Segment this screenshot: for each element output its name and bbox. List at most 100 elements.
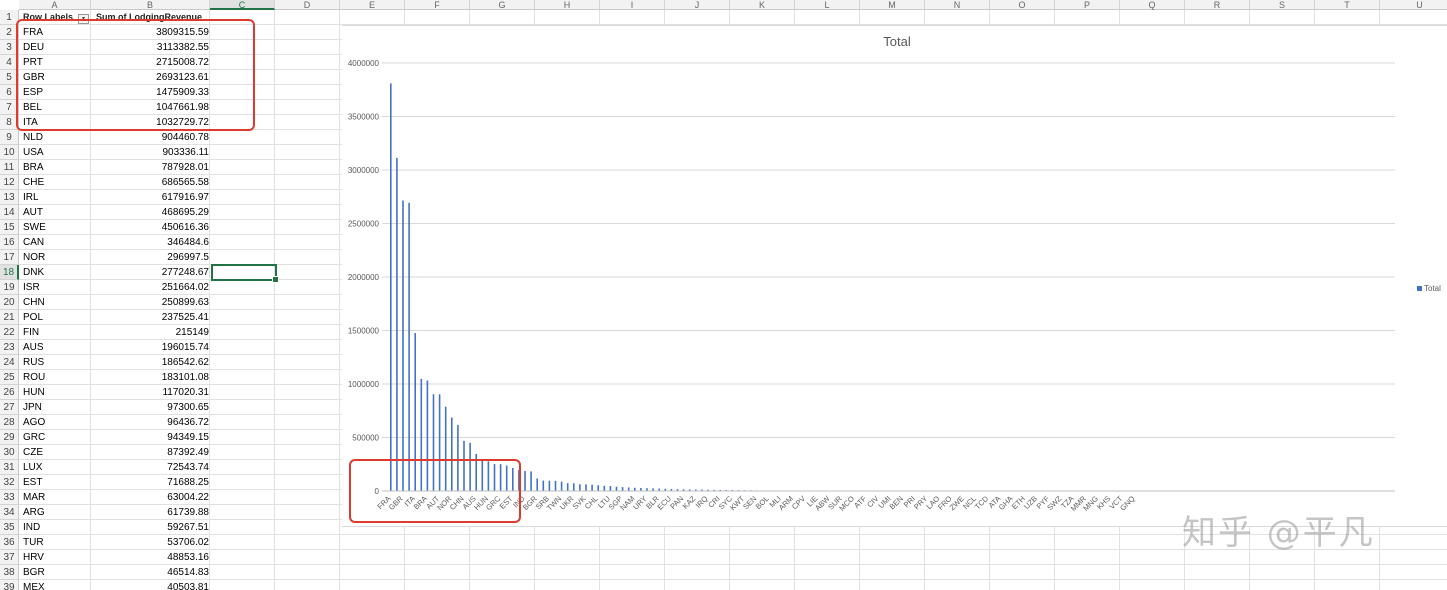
revenue-value-cell[interactable]: 250899.63 — [92, 295, 209, 310]
row-label-cell[interactable]: USA — [23, 145, 44, 160]
revenue-value-cell[interactable]: 346484.6 — [92, 235, 209, 250]
row-label-cell[interactable]: AUS — [23, 340, 44, 355]
row-header[interactable]: 19 — [0, 280, 19, 295]
revenue-value-cell[interactable]: 61739.88 — [92, 505, 209, 520]
revenue-value-cell[interactable]: 450616.36 — [92, 220, 209, 235]
revenue-value-cell[interactable]: 617916.97 — [92, 190, 209, 205]
row-label-cell[interactable]: CZE — [23, 445, 43, 460]
row-header[interactable]: 18 — [0, 265, 19, 280]
row-label-cell[interactable]: HRV — [23, 550, 44, 565]
column-header-g[interactable]: G — [470, 0, 535, 10]
column-header-o[interactable]: O — [990, 0, 1055, 10]
row-header[interactable]: 29 — [0, 430, 19, 445]
revenue-value-cell[interactable]: 468695.29 — [92, 205, 209, 220]
column-header-l[interactable]: L — [795, 0, 860, 10]
row-header[interactable]: 22 — [0, 325, 19, 340]
row-label-cell[interactable]: AUT — [23, 205, 43, 220]
column-header-f[interactable]: F — [405, 0, 470, 10]
column-header-t[interactable]: T — [1315, 0, 1380, 10]
revenue-value-cell[interactable]: 94349.15 — [92, 430, 209, 445]
column-header-n[interactable]: N — [925, 0, 990, 10]
revenue-value-cell[interactable]: 117020.31 — [92, 385, 209, 400]
revenue-value-cell[interactable]: 215149 — [92, 325, 209, 340]
row-header[interactable]: 21 — [0, 310, 19, 325]
revenue-value-cell[interactable]: 40503.81 — [92, 580, 209, 590]
row-label-cell[interactable]: LUX — [23, 460, 42, 475]
row-header[interactable]: 24 — [0, 355, 19, 370]
row-label-cell[interactable]: CHE — [23, 175, 44, 190]
row-label-cell[interactable]: POL — [23, 310, 43, 325]
row-header[interactable]: 26 — [0, 385, 19, 400]
revenue-value-cell[interactable]: 53706.02 — [92, 535, 209, 550]
column-header-e[interactable]: E — [340, 0, 405, 10]
row-header[interactable]: 15 — [0, 220, 19, 235]
row-header[interactable]: 39 — [0, 580, 19, 590]
column-header-m[interactable]: M — [860, 0, 925, 10]
revenue-value-cell[interactable]: 183101.08 — [92, 370, 209, 385]
row-header[interactable]: 37 — [0, 550, 19, 565]
row-header[interactable]: 9 — [0, 130, 19, 145]
row-header[interactable]: 30 — [0, 445, 19, 460]
row-header[interactable]: 16 — [0, 235, 19, 250]
revenue-value-cell[interactable]: 96436.72 — [92, 415, 209, 430]
revenue-value-cell[interactable]: 904460.78 — [92, 130, 209, 145]
column-header-b[interactable]: B — [91, 0, 210, 10]
pivot-chart[interactable]: Total 0 500000 1000000 1500000 2000000 2500000… — [342, 25, 1447, 527]
column-header-s[interactable]: S — [1250, 0, 1315, 10]
column-header-q[interactable]: Q — [1120, 0, 1185, 10]
row-header[interactable]: 17 — [0, 250, 19, 265]
row-label-cell[interactable]: JPN — [23, 400, 42, 415]
row-header[interactable]: 10 — [0, 145, 19, 160]
row-label-cell[interactable]: IRL — [23, 190, 39, 205]
column-header-a[interactable]: A — [19, 0, 91, 10]
row-label-cell[interactable]: DNK — [23, 265, 44, 280]
row-header[interactable]: 34 — [0, 505, 19, 520]
revenue-value-cell[interactable]: 903336.11 — [92, 145, 209, 160]
revenue-value-cell[interactable]: 186542.62 — [92, 355, 209, 370]
revenue-value-cell[interactable]: 97300.65 — [92, 400, 209, 415]
row-label-cell[interactable]: HUN — [23, 385, 45, 400]
row-label-cell[interactable]: MEX — [23, 580, 45, 590]
row-label-cell[interactable]: CAN — [23, 235, 44, 250]
row-label-cell[interactable]: AGO — [23, 415, 45, 430]
row-header[interactable]: 27 — [0, 400, 19, 415]
column-header-u[interactable]: U — [1380, 0, 1447, 10]
revenue-value-cell[interactable]: 48853.16 — [92, 550, 209, 565]
column-header-d[interactable]: D — [275, 0, 340, 10]
row-header[interactable]: 23 — [0, 340, 19, 355]
revenue-value-cell[interactable]: 63004.22 — [92, 490, 209, 505]
revenue-value-cell[interactable]: 71688.25 — [92, 475, 209, 490]
active-cell-c18[interactable] — [211, 264, 279, 283]
row-header[interactable]: 33 — [0, 490, 19, 505]
row-label-cell[interactable]: GRC — [23, 430, 45, 445]
row-label-cell[interactable]: SWE — [23, 220, 46, 235]
revenue-value-cell[interactable]: 237525.41 — [92, 310, 209, 325]
row-label-cell[interactable]: ROU — [23, 370, 45, 385]
row-label-cell[interactable]: BGR — [23, 565, 45, 580]
row-header[interactable]: 14 — [0, 205, 19, 220]
row-header[interactable]: 20 — [0, 295, 19, 310]
row-header[interactable]: 31 — [0, 460, 19, 475]
row-label-cell[interactable]: NLD — [23, 130, 43, 145]
fill-handle[interactable] — [272, 276, 279, 283]
row-header[interactable]: 11 — [0, 160, 19, 175]
revenue-value-cell[interactable]: 196015.74 — [92, 340, 209, 355]
column-header-c[interactable]: C — [210, 0, 275, 10]
column-header-h[interactable]: H — [535, 0, 600, 10]
row-header[interactable]: 35 — [0, 520, 19, 535]
row-header[interactable]: 36 — [0, 535, 19, 550]
revenue-value-cell[interactable]: 87392.49 — [92, 445, 209, 460]
revenue-value-cell[interactable]: 59267.51 — [92, 520, 209, 535]
row-label-cell[interactable]: EST — [23, 475, 42, 490]
row-label-cell[interactable]: ISR — [23, 280, 40, 295]
row-label-cell[interactable]: IND — [23, 520, 40, 535]
row-label-cell[interactable]: ARG — [23, 505, 45, 520]
row-label-cell[interactable]: BRA — [23, 160, 44, 175]
column-header-i[interactable]: I — [600, 0, 665, 10]
revenue-value-cell[interactable]: 46514.83 — [92, 565, 209, 580]
revenue-value-cell[interactable]: 72543.74 — [92, 460, 209, 475]
row-label-cell[interactable]: CHN — [23, 295, 45, 310]
column-header-p[interactable]: P — [1055, 0, 1120, 10]
revenue-value-cell[interactable]: 251664.02 — [92, 280, 209, 295]
column-header-r[interactable]: R — [1185, 0, 1250, 10]
